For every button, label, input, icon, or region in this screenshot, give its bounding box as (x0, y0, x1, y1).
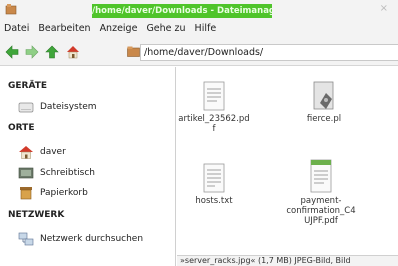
text-file-icon (203, 163, 225, 193)
file-item[interactable]: artikel_23562.pdf (178, 81, 250, 134)
menu-anzeige[interactable]: Anzeige (100, 23, 138, 34)
sidebar-item-daver[interactable]: daver (18, 144, 66, 160)
forward-button[interactable] (25, 45, 39, 59)
script-icon (313, 81, 334, 110)
file-name: hosts.txt (195, 196, 233, 206)
folder-icon (127, 46, 140, 57)
sidebar-item-papierkorb[interactable]: Papierkorb (18, 185, 88, 201)
section-title-devices: GERÄTE (8, 81, 48, 91)
sidebar-item-filesystem[interactable]: Dateisystem (18, 99, 97, 115)
drive-icon (18, 102, 34, 113)
network-icon (18, 232, 34, 246)
document-icon (310, 159, 332, 193)
file-item[interactable]: payment-confirmation_C4UJPF.pdf (285, 159, 357, 226)
arrow-left-icon (5, 45, 19, 59)
section-title-network: NETZWERK (8, 210, 65, 220)
window-title: /home/daver/Downloads - Dateimanager (92, 4, 272, 18)
sidebar-item-label: Papierkorb (40, 188, 88, 198)
file-item[interactable]: hosts.txt (178, 163, 250, 206)
file-name: artikel_23562.pdf (178, 114, 250, 134)
file-name: payment-confirmation_C4UJPF.pdf (286, 196, 356, 226)
status-bar: »server_racks.jpg« (1,7 MB) JPEG-Bild, B… (177, 255, 398, 266)
title-bar: /home/daver/Downloads - Dateimanager × (0, 0, 398, 20)
sidebar-item-label: Dateisystem (40, 102, 97, 112)
sidebar: GERÄTE Dateisystem ORTE daver Schreibtis… (0, 67, 176, 266)
menu-hilfe[interactable]: Hilfe (195, 23, 217, 34)
file-view: artikel_23562.pdf fierce.pl hosts.txt pa… (177, 67, 398, 255)
back-button[interactable] (5, 45, 19, 59)
menu-bearbeiten[interactable]: Bearbeiten (38, 23, 90, 34)
section-title-places: ORTE (8, 123, 35, 133)
arrow-up-icon (45, 45, 59, 59)
menu-gehe-zu[interactable]: Gehe zu (146, 23, 185, 34)
sidebar-item-label: Schreibtisch (40, 168, 95, 178)
menu-datei[interactable]: Datei (4, 23, 29, 34)
file-item[interactable]: fierce.pl (288, 81, 360, 124)
toolbar: /home/daver/Downloads/ (0, 37, 398, 66)
close-icon[interactable]: × (380, 3, 388, 14)
sidebar-item-network-browse[interactable]: Netzwerk durchsuchen (18, 231, 143, 247)
sidebar-item-label: Netzwerk durchsuchen (40, 234, 144, 244)
document-icon (203, 81, 225, 111)
sidebar-item-label: daver (40, 147, 66, 157)
app-icon (5, 4, 17, 15)
trash-icon (20, 187, 32, 200)
up-button[interactable] (45, 45, 59, 59)
file-name: fierce.pl (306, 114, 342, 124)
home-button[interactable] (66, 45, 80, 59)
desktop-icon (18, 167, 34, 179)
home-icon (67, 46, 79, 59)
path-input[interactable]: /home/daver/Downloads/ (140, 44, 398, 61)
home-icon (19, 146, 33, 159)
arrow-right-icon (25, 45, 39, 59)
menu-bar: Datei Bearbeiten Anzeige Gehe zu Hilfe (0, 20, 398, 37)
sidebar-item-schreibtisch[interactable]: Schreibtisch (18, 165, 95, 181)
